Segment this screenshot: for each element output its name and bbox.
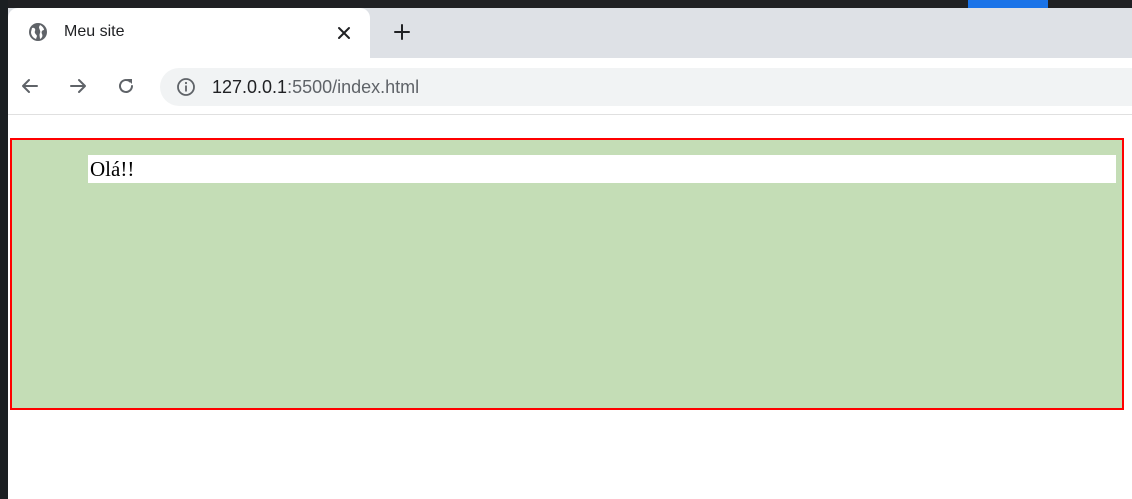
reload-icon — [119, 78, 133, 93]
content-container: Olá!! — [10, 138, 1124, 410]
window-title-strip — [8, 0, 1132, 8]
address-bar[interactable]: 127.0.0.1:5500/index.html — [160, 68, 1132, 106]
url-text: 127.0.0.1:5500/index.html — [212, 77, 419, 97]
info-icon[interactable] — [176, 77, 196, 97]
url-path: :5500/index.html — [287, 77, 420, 97]
url-host: 127.0.0.1 — [212, 77, 288, 97]
window-frame-left — [0, 0, 8, 499]
close-icon — [338, 27, 350, 39]
forward-button[interactable] — [64, 72, 92, 100]
browser-toolbar: 127.0.0.1:5500/index.html — [8, 58, 1132, 114]
greeting-text: Olá!! — [88, 155, 1116, 183]
globe-icon — [28, 22, 48, 42]
new-tab-button[interactable] — [388, 18, 416, 46]
tab-meu-site[interactable]: Meu site — [8, 8, 370, 58]
reload-button[interactable] — [112, 72, 140, 100]
close-tab-button[interactable] — [331, 20, 357, 46]
tab-title: Meu site — [64, 23, 125, 40]
tab-strip: Meu site — [8, 0, 1132, 58]
back-arrow-icon — [22, 79, 38, 93]
plus-icon — [394, 24, 410, 40]
back-button[interactable] — [16, 72, 44, 100]
forward-arrow-icon — [70, 79, 86, 93]
page-viewport: Olá!! — [8, 115, 1132, 499]
window-accent-bar — [968, 0, 1048, 8]
